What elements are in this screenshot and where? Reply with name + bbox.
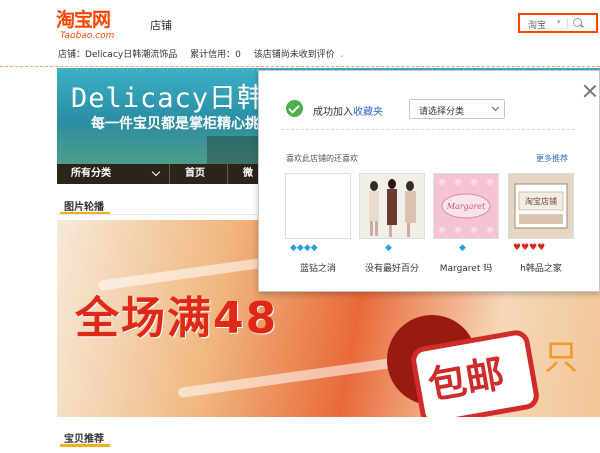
slide-side-text: 只 bbox=[544, 338, 578, 378]
search-scope-select[interactable]: 淘宝 bbox=[528, 18, 546, 31]
chevron-down-icon: ▾ bbox=[557, 18, 561, 26]
chevron-down-icon bbox=[151, 167, 161, 177]
slide-headline: 全场满48 bbox=[75, 293, 279, 344]
shop-name[interactable]: Margaret 玛 bbox=[427, 261, 505, 274]
chevron-down-icon bbox=[491, 103, 500, 112]
search-icon[interactable] bbox=[573, 18, 582, 27]
credit-label: 累计信用： bbox=[190, 50, 236, 60]
shop-name[interactable]: 没有最好百分 bbox=[353, 261, 431, 274]
margaret-logo-text: Margaret bbox=[446, 202, 486, 211]
section-title-recommend: 宝贝推荐 bbox=[60, 430, 110, 447]
logo-text-cn: 淘宝网 bbox=[56, 9, 111, 31]
success-text: 成功加入 bbox=[313, 107, 353, 118]
diamond-rating: ◆ bbox=[385, 243, 392, 253]
category-select-label: 请选择分类 bbox=[419, 107, 465, 117]
shop-name[interactable]: h韩品之家 bbox=[502, 261, 580, 274]
banner-slogan: 每一件宝贝都是掌柜精心挑 bbox=[91, 116, 259, 132]
success-message: 成功加入收藏夹 bbox=[313, 103, 383, 118]
search-divider bbox=[567, 18, 568, 29]
favorites-link[interactable]: 收藏夹 bbox=[353, 107, 383, 118]
taobao-logo[interactable]: 淘宝网 Taobao.com bbox=[56, 9, 128, 41]
favorite-success-popup: 成功加入收藏夹 请选择分类 喜欢此店铺的还喜欢 更多推荐 ◆◆◆◆ 蓝钻之消 ◆… bbox=[258, 70, 600, 292]
shop-info-bar: 店铺：Delicacy日韩潮流饰品 累计信用：0 该店铺尚未收到评价 ⌄ bbox=[58, 47, 355, 60]
heart-rating: ♥♥♥♥ bbox=[513, 243, 546, 253]
close-icon[interactable] bbox=[583, 84, 597, 98]
banner-title: Delicacy日韩 bbox=[71, 83, 266, 114]
shop-thumbnail[interactable]: 淘宝店铺 bbox=[508, 173, 574, 239]
shop-thumbnail[interactable] bbox=[359, 173, 425, 239]
nav-micro[interactable]: 微 bbox=[243, 164, 253, 184]
shop-name-link[interactable]: Delicacy日韩潮流饰品 bbox=[85, 50, 177, 60]
section-title-slideshow: 图片轮播 bbox=[60, 198, 110, 215]
shop-name[interactable]: 蓝钻之消 bbox=[279, 261, 357, 274]
category-select[interactable]: 请选择分类 bbox=[409, 99, 505, 119]
fashion-models-image bbox=[369, 179, 416, 237]
chevron-down-icon[interactable]: ⌄ bbox=[339, 51, 345, 59]
margaret-logo-image: Margaret bbox=[434, 174, 498, 238]
nav-separator bbox=[169, 164, 170, 184]
shop-sign-text: 淘宝店铺 bbox=[525, 196, 557, 206]
logo-text-en: Taobao.com bbox=[60, 31, 115, 41]
also-liked-heading: 喜欢此店铺的还喜欢 bbox=[286, 154, 358, 163]
badge-text: 包邮 bbox=[424, 351, 508, 408]
shop-storefront-image: 淘宝店铺 bbox=[509, 174, 573, 238]
check-circle-icon bbox=[286, 100, 303, 117]
nav-home[interactable]: 首页 bbox=[185, 164, 205, 184]
shop-thumbnail[interactable]: Margaret bbox=[433, 173, 499, 239]
shop-label: 店铺： bbox=[58, 50, 86, 60]
search-box[interactable]: 淘宝 ▾ bbox=[518, 13, 598, 33]
shop-tab[interactable]: 店铺 bbox=[150, 17, 172, 33]
diamond-rating: ◆ bbox=[459, 243, 466, 253]
review-note: 该店铺尚未收到评价 bbox=[253, 50, 335, 60]
nav-all-categories[interactable]: 所有分类 bbox=[71, 164, 111, 184]
shop-thumbnail[interactable] bbox=[285, 173, 351, 239]
credit-value: 0 bbox=[235, 50, 241, 60]
diamond-rating: ◆◆◆◆ bbox=[290, 243, 318, 253]
popup-divider bbox=[281, 129, 575, 130]
nav-separator bbox=[227, 164, 228, 184]
more-recommendations-link[interactable]: 更多推荐 bbox=[536, 153, 568, 164]
